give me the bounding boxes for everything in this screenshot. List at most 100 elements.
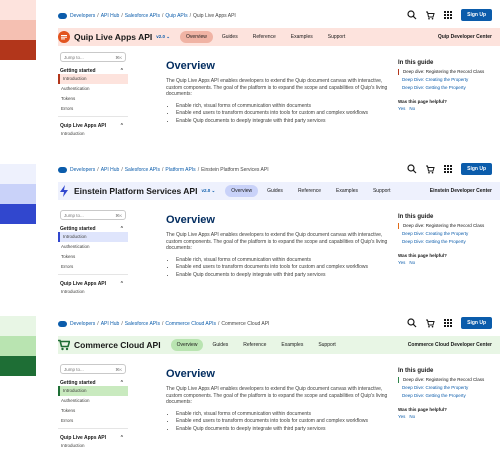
sidebar-item-errors[interactable]: Errors [58,416,128,426]
breadcrumb-quip-apis[interactable]: Quip APIs [165,13,187,19]
grid-icon[interactable] [443,318,453,328]
guide-link-getting[interactable]: Deep Dive: Getting the Property [398,393,496,399]
developer-center-link[interactable]: Quip Developer Center [438,34,492,40]
tab-overview[interactable]: Overview [225,185,259,197]
jump-to-search[interactable]: Jump to... ⌘K [60,364,126,374]
no-button[interactable]: No [409,106,415,111]
list-item: Enable Quip documents to deeply integrat… [176,426,394,433]
tab-guides[interactable]: Guides [261,185,289,197]
main-content: Overview The Quip Live Apps API enables … [166,60,394,125]
intro-paragraph: The Quip Live Apps API enables developer… [166,78,388,97]
cart-icon[interactable] [425,318,435,328]
sidebar-item-introduction-2[interactable]: Introduction [58,287,128,297]
product-tabs: Overview Guides Reference Examples Suppo… [180,31,351,43]
search-placeholder: Jump to... [64,366,84,372]
guide-link-creating[interactable]: Deep Dive: Creating the Property [398,231,496,237]
sidebar: Jump to... ⌘K Getting started ⌃ Introduct… [58,52,130,139]
breadcrumb-developers[interactable]: Developers [70,13,95,19]
breadcrumb-separator: / [189,13,192,19]
commerce-cart-logo [58,339,70,351]
sidebar-item-authentication[interactable]: Authentication [58,242,128,252]
guide-link-getting[interactable]: Deep Dive: Getting the Property [398,239,496,245]
breadcrumb-developers[interactable]: Developers [70,167,95,173]
tab-reference[interactable]: Reference [292,185,327,197]
version-select[interactable]: v2.0 ⌄ [201,188,215,194]
guide-link-registering[interactable]: Deep dive: Registering the Record Class [398,223,496,229]
search-icon[interactable] [407,10,417,20]
sidebar-item-introduction[interactable]: Introduction [58,386,128,396]
cart-icon[interactable] [425,10,435,20]
tab-examples[interactable]: Examples [275,339,309,351]
intro-paragraph: The Quip Live Apps API enables developer… [166,232,388,251]
helpful-prompt: Was this page helpful? [398,99,447,104]
breadcrumb-platform-apis[interactable]: Platform APIs [165,167,195,173]
breadcrumb-developers[interactable]: Developers [70,321,95,327]
tab-overview[interactable]: Overview [170,339,204,351]
yes-button[interactable]: Yes [398,414,405,419]
tab-overview[interactable]: Overview [180,31,213,43]
tab-reference[interactable]: Reference [247,31,282,43]
grid-icon[interactable] [443,10,453,20]
no-button[interactable]: No [409,414,415,419]
search-icon[interactable] [407,164,417,174]
breadcrumb-api-hub[interactable]: API Hub [101,167,120,173]
salesforce-cloud-logo[interactable] [58,167,67,173]
feedback-buttons: Yes No [398,260,496,265]
developer-center-link[interactable]: Einstein Developer Center [430,188,492,194]
page-title: Overview [166,368,215,380]
tab-support[interactable]: Support [367,185,397,197]
helpful-prompt: Was this page helpful? [398,407,447,412]
tab-support[interactable]: Support [322,31,352,43]
sidebar-item-tokens[interactable]: Tokens [58,94,128,104]
no-button[interactable]: No [409,260,415,265]
breadcrumb-api-hub[interactable]: API Hub [101,13,120,19]
product-title: Commerce Cloud API [58,339,161,351]
tab-examples[interactable]: Examples [285,31,319,43]
breadcrumb-salesforce-apis[interactable]: Salesforce APIs [125,321,160,327]
cart-icon[interactable] [425,164,435,174]
guide-link-registering[interactable]: Deep dive: Registering the Record Class [398,69,496,75]
sidebar-item-tokens[interactable]: Tokens [58,406,128,416]
chevron-up-icon: ⌃ [119,226,124,232]
sidebar-item-tokens[interactable]: Tokens [58,252,128,262]
tab-support[interactable]: Support [312,339,342,351]
breadcrumb-commerce-cloud-apis[interactable]: Commerce Cloud APIs [165,321,216,327]
search-placeholder: Jump to... [64,212,84,218]
yes-button[interactable]: Yes [398,260,405,265]
sidebar-item-errors[interactable]: Errors [58,262,128,272]
guide-link-getting[interactable]: Deep Dive: Getting the Property [398,85,496,91]
list-item: Enable end users to transform documents … [176,264,394,271]
sidebar-item-introduction-2[interactable]: Introduction [58,129,128,139]
developer-center-link[interactable]: Commerce Cloud Developer Center [408,342,492,348]
sidebar-group-label: Quip Live Apps API [60,281,107,287]
breadcrumb-api-hub[interactable]: API Hub [101,321,120,327]
tab-reference[interactable]: Reference [237,339,272,351]
sidebar-item-introduction-2[interactable]: Introduction [58,441,128,451]
guide-link-registering[interactable]: Deep dive: Registering the Record Class [398,377,496,383]
tab-examples[interactable]: Examples [330,185,364,197]
jump-to-search[interactable]: Jump to... ⌘K [60,210,126,220]
tab-guides[interactable]: Guides [206,339,234,351]
jump-to-search[interactable]: Jump to... ⌘K [60,52,126,62]
sign-up-button[interactable]: Sign Up [461,163,492,175]
tab-guides[interactable]: Guides [216,31,244,43]
sidebar-item-introduction[interactable]: Introduction [58,74,128,84]
sidebar-item-authentication[interactable]: Authentication [58,84,128,94]
chevron-up-icon: ⌃ [119,380,124,386]
sign-up-button[interactable]: Sign Up [461,317,492,329]
guide-link-creating[interactable]: Deep Dive: Creating the Property [398,385,496,391]
breadcrumb-salesforce-apis[interactable]: Salesforce APIs [125,167,160,173]
grid-icon[interactable] [443,164,453,174]
sidebar-item-errors[interactable]: Errors [58,104,128,114]
yes-button[interactable]: Yes [398,106,405,111]
guide-link-creating[interactable]: Deep Dive: Creating the Property [398,77,496,83]
version-select[interactable]: v2.0 ⌄ [156,34,170,40]
sidebar-item-authentication[interactable]: Authentication [58,396,128,406]
sign-up-button[interactable]: Sign Up [461,9,492,21]
search-icon[interactable] [407,318,417,328]
sidebar-item-introduction[interactable]: Introduction [58,232,128,242]
breadcrumb-salesforce-apis[interactable]: Salesforce APIs [125,13,160,19]
chevron-up-icon: ⌃ [119,435,124,441]
salesforce-cloud-logo[interactable] [58,321,67,327]
salesforce-cloud-logo[interactable] [58,13,67,19]
